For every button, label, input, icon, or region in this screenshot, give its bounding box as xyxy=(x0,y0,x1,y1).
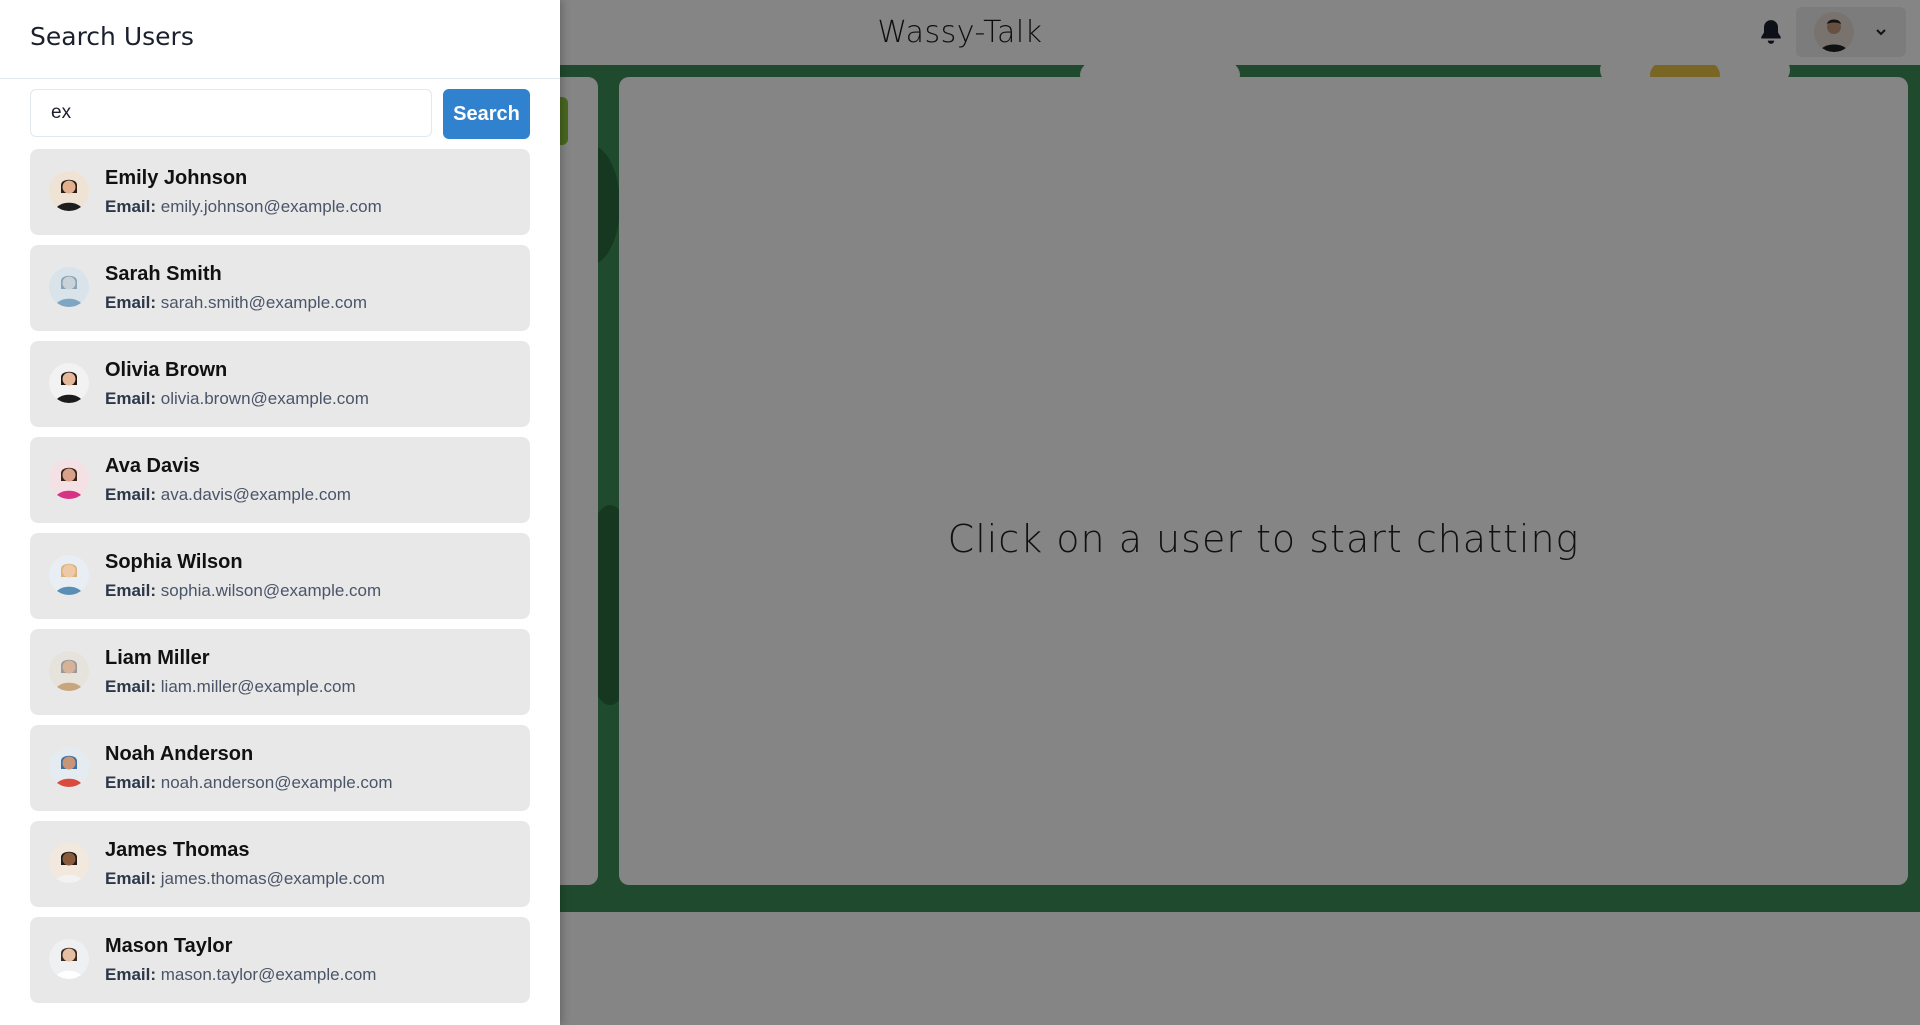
drawer-title: Search Users xyxy=(30,22,194,51)
user-email: Email: mason.taylor@example.com xyxy=(105,965,376,985)
avatar xyxy=(49,267,89,307)
email-value: james.thomas@example.com xyxy=(160,869,385,888)
email-label: Email: xyxy=(105,293,157,312)
email-value: ava.davis@example.com xyxy=(160,485,351,504)
user-email: Email: liam.miller@example.com xyxy=(105,677,356,697)
email-value: liam.miller@example.com xyxy=(160,677,356,696)
email-label: Email: xyxy=(105,197,157,216)
avatar xyxy=(49,171,89,211)
user-name: Sophia Wilson xyxy=(105,551,243,573)
email-label: Email: xyxy=(105,773,157,792)
email-label: Email: xyxy=(105,965,157,984)
user-result-card[interactable]: Olivia Brown Email: olivia.brown@example.… xyxy=(30,341,530,427)
drawer-header: Search Users xyxy=(0,0,560,79)
email-label: Email: xyxy=(105,869,157,888)
user-result-card[interactable]: James Thomas Email: james.thomas@example.… xyxy=(30,821,530,907)
user-email: Email: sophia.wilson@example.com xyxy=(105,581,381,601)
user-name: Ava Davis xyxy=(105,455,200,477)
email-value: olivia.brown@example.com xyxy=(160,389,369,408)
user-result-card[interactable]: Noah Anderson Email: noah.anderson@exampl… xyxy=(30,725,530,811)
user-name: Sarah Smith xyxy=(105,263,222,285)
email-value: sophia.wilson@example.com xyxy=(160,581,382,600)
user-result-card[interactable]: Sophia Wilson Email: sophia.wilson@exampl… xyxy=(30,533,530,619)
search-input[interactable] xyxy=(30,89,432,137)
avatar xyxy=(49,459,89,499)
user-email: Email: ava.davis@example.com xyxy=(105,485,351,505)
email-value: sarah.smith@example.com xyxy=(160,293,367,312)
user-email: Email: noah.anderson@example.com xyxy=(105,773,393,793)
user-email: Email: emily.johnson@example.com xyxy=(105,197,382,217)
avatar xyxy=(49,651,89,691)
email-value: noah.anderson@example.com xyxy=(160,773,393,792)
search-button[interactable]: Search xyxy=(443,89,530,139)
user-result-card[interactable]: Ava Davis Email: ava.davis@example.com xyxy=(30,437,530,523)
user-result-card[interactable]: Mason Taylor Email: mason.taylor@example.… xyxy=(30,917,530,1003)
email-value: emily.johnson@example.com xyxy=(160,197,382,216)
user-name: James Thomas xyxy=(105,839,250,861)
avatar xyxy=(49,939,89,979)
user-email: Email: olivia.brown@example.com xyxy=(105,389,369,409)
search-users-drawer: Search Users Search Emily Johnson Email: … xyxy=(0,0,560,1025)
email-label: Email: xyxy=(105,581,157,600)
user-name: Olivia Brown xyxy=(105,359,228,381)
user-name: Liam Miller xyxy=(105,647,210,669)
user-name: Emily Johnson xyxy=(105,167,248,189)
email-label: Email: xyxy=(105,677,157,696)
search-results-list: Emily Johnson Email: emily.johnson@exampl… xyxy=(30,149,530,1013)
email-label: Email: xyxy=(105,389,157,408)
email-value: mason.taylor@example.com xyxy=(160,965,377,984)
user-result-card[interactable]: Sarah Smith Email: sarah.smith@example.co… xyxy=(30,245,530,331)
avatar xyxy=(49,555,89,595)
user-result-card[interactable]: Liam Miller Email: liam.miller@example.co… xyxy=(30,629,530,715)
avatar xyxy=(49,747,89,787)
avatar xyxy=(49,843,89,883)
user-email: Email: james.thomas@example.com xyxy=(105,869,385,889)
avatar xyxy=(49,363,89,403)
user-name: Noah Anderson xyxy=(105,743,254,765)
user-email: Email: sarah.smith@example.com xyxy=(105,293,367,313)
email-label: Email: xyxy=(105,485,157,504)
user-result-card[interactable]: Emily Johnson Email: emily.johnson@exampl… xyxy=(30,149,530,235)
user-name: Mason Taylor xyxy=(105,935,233,957)
